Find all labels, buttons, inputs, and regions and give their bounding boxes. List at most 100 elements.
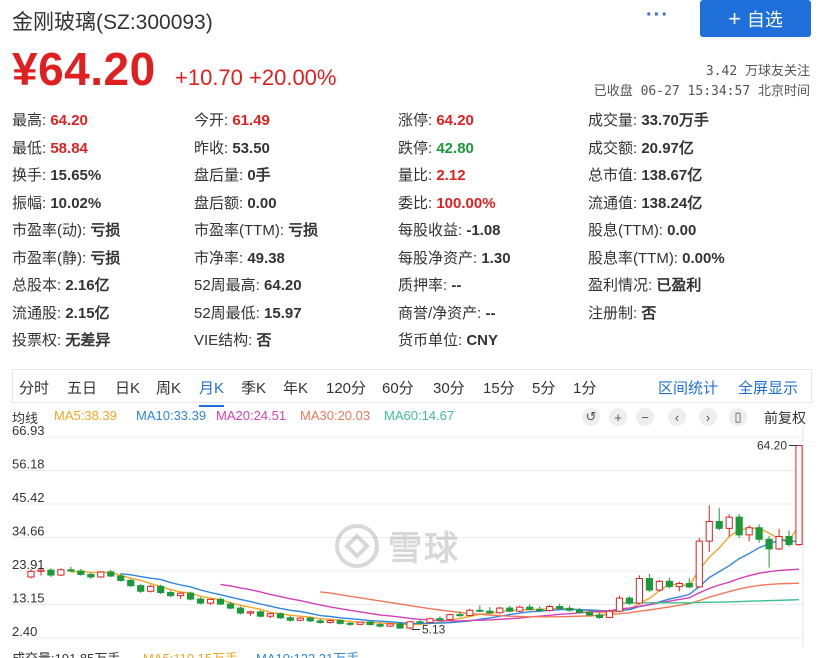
candle-body bbox=[356, 621, 364, 625]
stat-item: 最低: 58.84 bbox=[12, 137, 88, 158]
stat-value: 42.80 bbox=[432, 139, 474, 157]
panel-icon[interactable]: ▯ bbox=[729, 408, 747, 426]
market-status: 已收盘 06-27 15:34:57 北京时间 bbox=[593, 84, 810, 99]
stat-label: 流通股: bbox=[12, 304, 62, 322]
y-axis-label: 13.15 bbox=[12, 591, 45, 606]
tab-9[interactable]: 30分 bbox=[433, 377, 465, 398]
candle-body bbox=[556, 606, 564, 609]
max-price-label: 64.20 bbox=[757, 439, 787, 453]
candle-body bbox=[137, 585, 145, 592]
candle-body bbox=[276, 613, 284, 619]
candle-body bbox=[476, 609, 484, 612]
tab-5[interactable]: 季K bbox=[241, 377, 266, 398]
adjust-mode-select[interactable]: 前复权 bbox=[764, 408, 806, 428]
candle-body bbox=[795, 445, 803, 546]
candle-body bbox=[266, 613, 274, 617]
stat-label: 总市值: bbox=[588, 167, 638, 184]
zoom-in-icon[interactable]: + bbox=[609, 408, 627, 426]
stat-value: 无差异 bbox=[61, 332, 111, 349]
candle-body bbox=[346, 622, 354, 625]
candle-body bbox=[775, 535, 783, 550]
stat-label: 52周最高: bbox=[194, 277, 260, 294]
stat-label: 每股净资产: bbox=[398, 249, 478, 267]
stat-value: 亏损 bbox=[86, 249, 121, 267]
stat-value: 2.15亿 bbox=[61, 304, 110, 322]
candle-body bbox=[605, 610, 614, 618]
stock-title: 金刚玻璃(SZ:300093) bbox=[12, 11, 213, 34]
ma-legend-item: MA20:24.51 bbox=[216, 408, 287, 423]
current-price: ¥64.20 bbox=[12, 43, 156, 95]
ma-legend-item: MA60:14.67 bbox=[384, 408, 455, 423]
tab-1[interactable]: 五日 bbox=[67, 377, 97, 398]
stat-label: 成交量: bbox=[588, 112, 638, 129]
next-icon[interactable]: › bbox=[699, 408, 717, 426]
candle-body bbox=[735, 516, 743, 536]
zoom-out-icon[interactable]: − bbox=[636, 408, 654, 426]
candle-body bbox=[785, 535, 793, 546]
stat-value: 2.12 bbox=[432, 167, 466, 184]
candle-body bbox=[725, 516, 733, 529]
stat-item: 市净率: 49.38 bbox=[194, 247, 285, 268]
candle-body bbox=[167, 592, 175, 597]
candle-body bbox=[196, 598, 205, 604]
stat-label: 每股收益: bbox=[398, 222, 463, 239]
stat-label: 注册制: bbox=[588, 304, 638, 322]
candle-body bbox=[286, 617, 294, 621]
ma-legend-item: MA10:33.39 bbox=[136, 408, 207, 423]
tab-4[interactable]: 月K bbox=[199, 377, 225, 407]
stat-label: 盘后额: bbox=[194, 194, 244, 212]
stat-item: 流通股: 2.15亿 bbox=[12, 302, 110, 323]
stat-item: 盘后额: 0.00 bbox=[194, 192, 277, 213]
stat-item: 委比: 100.00% bbox=[398, 192, 496, 213]
min-price-label: 5.13 bbox=[422, 622, 446, 636]
volume-legend-item: MA5:119.15万手 bbox=[143, 648, 238, 658]
tab-10[interactable]: 15分 bbox=[483, 377, 515, 398]
y-axis-label: 2.40 bbox=[12, 624, 37, 639]
candle-body bbox=[615, 597, 624, 612]
stat-label: 盈利情况: bbox=[588, 277, 653, 294]
stat-label: 跌停: bbox=[398, 139, 433, 157]
stat-value: 138.24亿 bbox=[637, 194, 703, 212]
stat-value: 0.00 bbox=[662, 222, 697, 239]
stat-value: 2.16亿 bbox=[61, 277, 110, 294]
stat-value: 138.67亿 bbox=[637, 167, 703, 184]
ma-legend-item: MA30:20.03 bbox=[300, 408, 371, 423]
followers-count: 3.42 万球友关注 bbox=[705, 64, 810, 79]
stat-label: 市净率: bbox=[194, 249, 244, 267]
candle-body bbox=[585, 611, 594, 616]
xueqiu-logo-icon bbox=[335, 523, 379, 568]
y-axis-label: 66.93 bbox=[12, 426, 45, 438]
candle-body bbox=[436, 618, 444, 621]
price-change: +10.70 +20.00% bbox=[175, 65, 337, 90]
tab-0[interactable]: 分时 bbox=[19, 377, 49, 398]
add-watchlist-button[interactable]: + 自选 bbox=[700, 0, 811, 37]
stat-label: 流通值: bbox=[588, 194, 638, 212]
tab-3[interactable]: 周K bbox=[156, 377, 181, 398]
tab-12[interactable]: 1分 bbox=[573, 377, 596, 398]
candle-body bbox=[376, 624, 384, 627]
stat-value: 15.65% bbox=[46, 167, 102, 184]
tab-8[interactable]: 60分 bbox=[382, 377, 414, 398]
stat-value: 否 bbox=[637, 304, 657, 322]
stat-item: 投票权: 无差异 bbox=[12, 329, 110, 350]
reset-icon[interactable]: ↺ bbox=[582, 408, 600, 426]
tab-6[interactable]: 年K bbox=[283, 377, 308, 398]
prev-icon[interactable]: ‹ bbox=[668, 408, 686, 426]
y-axis-label: 56.18 bbox=[12, 456, 45, 471]
y-axis-label: 34.66 bbox=[12, 524, 45, 539]
range-stats-link[interactable]: 区间统计 bbox=[658, 377, 718, 398]
stat-label: 52周最低: bbox=[194, 304, 260, 322]
stat-item: 市盈率(动): 亏损 bbox=[12, 219, 120, 240]
add-watchlist-label: 自选 bbox=[746, 9, 783, 30]
fullscreen-link[interactable]: 全屏显示 bbox=[738, 377, 798, 398]
candle-body bbox=[765, 538, 773, 550]
candle-body bbox=[147, 585, 155, 592]
candle-body bbox=[635, 578, 644, 604]
candle-body bbox=[366, 621, 374, 626]
tab-11[interactable]: 5分 bbox=[532, 377, 555, 398]
more-icon[interactable]: ··· bbox=[646, 4, 669, 27]
tab-2[interactable]: 日K bbox=[115, 377, 140, 398]
candle-body bbox=[506, 607, 514, 612]
stat-item: 最高: 64.20 bbox=[12, 109, 88, 130]
tab-7[interactable]: 120分 bbox=[326, 377, 366, 398]
